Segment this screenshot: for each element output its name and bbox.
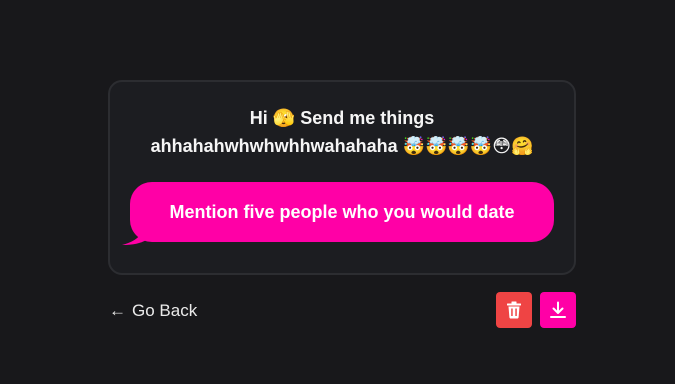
reply-text: Mention five people who you would date (169, 202, 515, 222)
download-button[interactable] (540, 292, 576, 328)
message-card: Hi 🫣 Send me things ahhahahwhwhwhhwahaha… (108, 80, 576, 275)
reply-bubble: Mention five people who you would date (130, 182, 554, 242)
back-arrow-icon: ← (109, 301, 126, 320)
go-back-label: Go Back (132, 301, 198, 320)
trash-icon (507, 301, 521, 319)
page: Hi 🫣 Send me things ahhahahwhwhwhhwahaha… (0, 0, 675, 384)
download-icon (550, 301, 566, 318)
go-back-link[interactable]: ← Go Back (109, 300, 197, 322)
delete-button[interactable] (496, 292, 532, 328)
message-title: Hi 🫣 Send me things ahhahahwhwhwhhwahaha… (150, 108, 534, 156)
